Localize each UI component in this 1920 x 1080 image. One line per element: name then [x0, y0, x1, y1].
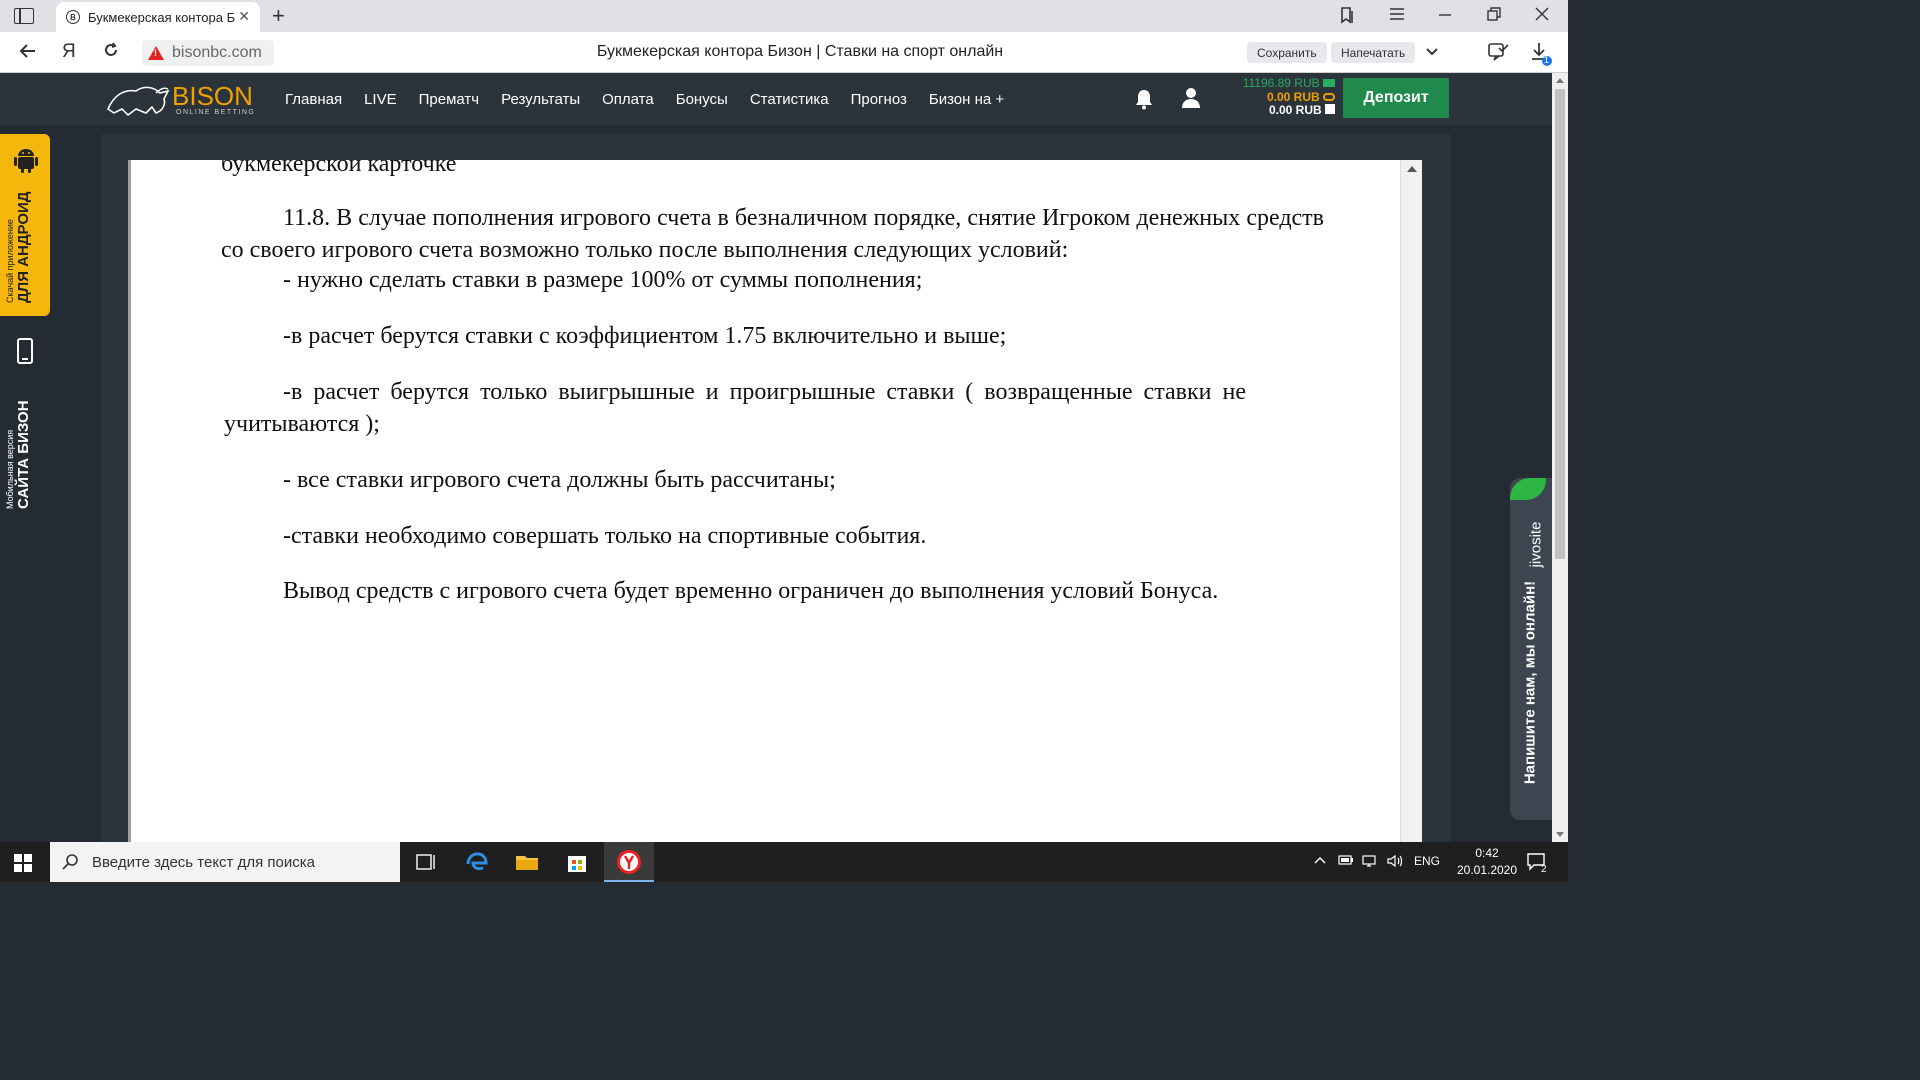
- doc-condition-4: - все ставки игрового счета должны быть …: [283, 467, 836, 493]
- scroll-up-icon[interactable]: [1407, 166, 1417, 172]
- yandex-browser-task[interactable]: [604, 842, 654, 882]
- chat-widget[interactable]: jivosite Напишите нам, мы онлайн!: [1510, 478, 1552, 820]
- new-tab-icon[interactable]: +: [272, 3, 285, 29]
- clock-date: 20.01.2020: [1456, 863, 1518, 877]
- mobile-promo-small: Мобильная версия: [5, 429, 15, 509]
- doc-condition-1: - нужно сделать ставки в размере 100% от…: [283, 267, 923, 293]
- coins-icon: [1323, 92, 1335, 101]
- page-scrollbar[interactable]: [1552, 73, 1568, 842]
- print-button[interactable]: Напечатать: [1331, 42, 1416, 63]
- volume-icon[interactable]: [1386, 854, 1404, 871]
- deposit-button[interactable]: Депозит: [1343, 78, 1449, 118]
- doc-condition-5: -ставки необходимо совершать только на с…: [283, 523, 927, 549]
- page-scroll-thumb[interactable]: [1555, 89, 1565, 559]
- taskbar: Введите здесь текст для поиска ENG 0:42 …: [0, 842, 1568, 882]
- tab-active[interactable]: B Букмекерская контора Б ✕: [56, 2, 260, 32]
- menu-item-forecast[interactable]: Прогноз: [851, 91, 907, 108]
- balance-bonus: 0.00 RUB: [1266, 89, 1320, 104]
- restore-icon[interactable]: [1486, 6, 1502, 27]
- browser-tab-strip: B Букмекерская контора Б ✕ +: [0, 0, 1568, 32]
- balance-panel[interactable]: 11196.89 RUB 0.00 RUB 0.00 RUB: [1210, 76, 1335, 118]
- menu-item-statistics[interactable]: Статистика: [750, 91, 829, 108]
- menu-icon[interactable]: [1388, 6, 1406, 27]
- task-view-icon[interactable]: [412, 850, 438, 874]
- document-scrollbar[interactable]: [1400, 160, 1422, 842]
- doc-clipped-line: букмекерской карточке: [221, 160, 457, 177]
- gift-icon: [1325, 104, 1335, 114]
- site-logo[interactable]: BISON ONLINE BETTING: [106, 79, 256, 119]
- mobile-promo-text: Мобильная версия САЙТА БИЗОН: [5, 375, 45, 509]
- android-promo-text: Скачай приложение ДЛЯ АНДРОИД: [5, 177, 45, 303]
- wallet-icon: [1323, 79, 1335, 87]
- battery-icon[interactable]: [1338, 854, 1354, 869]
- notifications-count: 2: [1541, 864, 1547, 875]
- page-scroll-up-icon[interactable]: [1556, 78, 1564, 83]
- menu-item-bison-plus[interactable]: Бизон на +: [929, 91, 1004, 108]
- page-scroll-down-icon[interactable]: [1556, 832, 1564, 837]
- user-icon[interactable]: [1181, 87, 1201, 109]
- minimize-icon[interactable]: [1437, 6, 1453, 27]
- menu-item-payment[interactable]: Оплата: [602, 91, 654, 108]
- downloads-badge: 1: [1544, 55, 1550, 65]
- logo-subtitle: ONLINE BETTING: [176, 109, 256, 116]
- store-icon[interactable]: [564, 850, 590, 874]
- language-indicator[interactable]: ENG: [1414, 854, 1440, 868]
- address-bar: Я bisonbc.com Букмекерская контора Бизон…: [0, 32, 1568, 73]
- android-icon: [14, 149, 38, 173]
- main-menu: Главная LIVE Прематч Результаты Оплата Б…: [285, 73, 1026, 125]
- search-placeholder: Введите здесь текст для поиска: [92, 853, 315, 871]
- url-text: bisonbc.com: [172, 44, 262, 61]
- tray-chevron-up-icon[interactable]: [1313, 854, 1327, 869]
- insecure-warning-icon: [148, 46, 164, 60]
- network-icon[interactable]: [1361, 854, 1379, 871]
- taskbar-search[interactable]: Введите здесь текст для поиска: [50, 842, 400, 882]
- phone-icon: [17, 338, 33, 364]
- tab-close-icon[interactable]: ✕: [238, 8, 250, 25]
- page-title: Букмекерская контора Бизон | Ставки на с…: [596, 43, 1004, 60]
- balance-gift: 0.00 RUB: [1268, 103, 1322, 117]
- android-promo-big: ДЛЯ АНДРОИД: [15, 191, 32, 303]
- doc-final-paragraph: Вывод средств с игрового счета будет вре…: [283, 578, 1219, 604]
- menu-item-home[interactable]: Главная: [285, 91, 342, 108]
- system-clock[interactable]: 0:42 20.01.2020: [1447, 845, 1527, 879]
- search-icon: [62, 854, 78, 870]
- bison-logo-icon: [107, 86, 170, 117]
- bookmarks-icon[interactable]: [1338, 6, 1356, 29]
- url-field[interactable]: bisonbc.com: [142, 40, 274, 66]
- tab-title: Букмекерская контора Б: [88, 9, 236, 25]
- chat-cta: Напишите нам, мы онлайн!: [1521, 580, 1539, 785]
- document-body: букмекерской карточке 11.8. В случае поп…: [131, 160, 1401, 842]
- jivosite-leaf-icon: [1510, 478, 1546, 500]
- save-button[interactable]: Сохранить: [1247, 42, 1327, 63]
- site-header: BISON ONLINE BETTING Главная LIVE Премат…: [0, 73, 1552, 125]
- reload-icon[interactable]: [102, 41, 120, 65]
- clock-time: 0:42: [1475, 846, 1499, 860]
- yandex-logo-icon[interactable]: Я: [62, 41, 76, 63]
- mobile-site-promo[interactable]: Мобильная версия САЙТА БИЗОН: [0, 330, 50, 510]
- windows-start-icon[interactable]: [14, 854, 32, 872]
- back-icon[interactable]: [18, 41, 38, 67]
- menu-item-results[interactable]: Результаты: [501, 91, 580, 108]
- mobile-promo-big: САЙТА БИЗОН: [15, 400, 32, 509]
- chevron-down-icon[interactable]: [1424, 42, 1440, 65]
- doc-para-11-8: 11.8. В случае пополнения игрового счета…: [221, 205, 1324, 263]
- doc-condition-2: -в расчет берутся ставки с коэффициентом…: [283, 323, 1007, 349]
- document-viewer[interactable]: букмекерской карточке 11.8. В случае поп…: [128, 160, 1422, 842]
- close-window-icon[interactable]: [1534, 6, 1550, 27]
- balance-main: 11196.89 RUB: [1242, 76, 1320, 90]
- bell-icon[interactable]: [1134, 88, 1154, 110]
- file-explorer-icon[interactable]: [514, 850, 540, 874]
- yandex-browser-icon: [617, 850, 641, 874]
- menu-item-prematch[interactable]: Прематч: [419, 91, 479, 108]
- sidebar-toggle-icon[interactable]: [14, 8, 34, 24]
- doc-condition-3: -в расчет берутся только выигрышные и пр…: [224, 379, 1246, 437]
- edge-icon[interactable]: [464, 850, 490, 874]
- android-app-promo[interactable]: Скачай приложение ДЛЯ АНДРОИД: [0, 134, 50, 316]
- android-promo-small: Скачай приложение: [5, 219, 15, 303]
- menu-item-bonuses[interactable]: Бонусы: [676, 91, 728, 108]
- logo-brand-text: BISON: [172, 81, 253, 111]
- menu-item-live[interactable]: LIVE: [364, 91, 397, 108]
- site-favicon-icon: B: [66, 10, 80, 24]
- extensions-icon[interactable]: [1487, 41, 1509, 67]
